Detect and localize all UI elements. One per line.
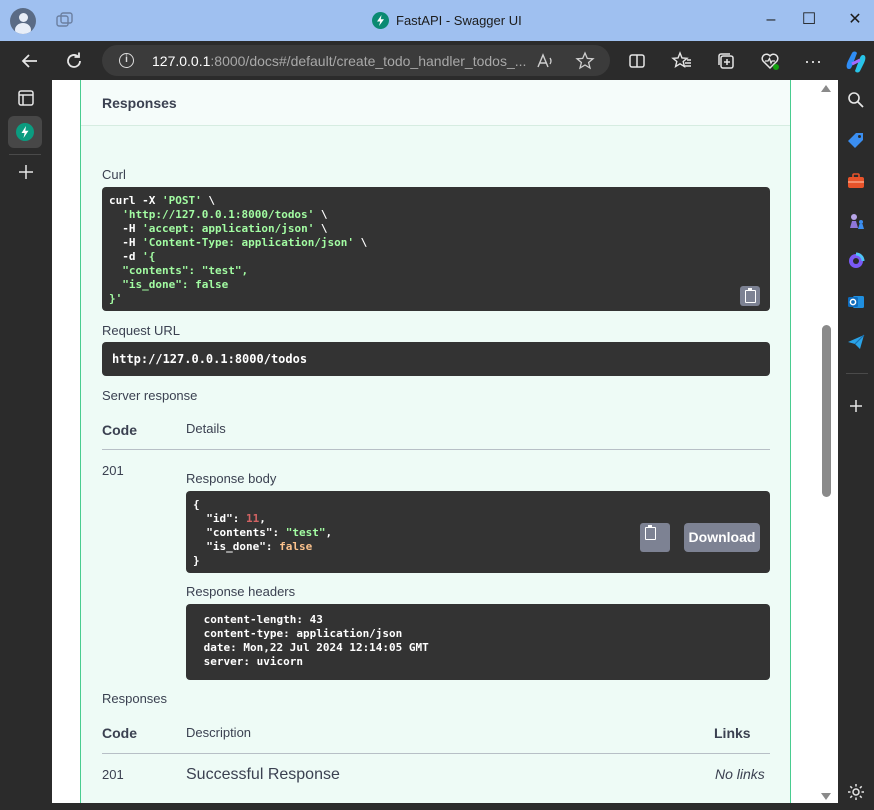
responses-links-header: Links [714,725,751,741]
table-divider [102,449,770,450]
address-bar[interactable]: i 127.0.0.1:8000/docs#/default/create_to… [102,45,610,76]
server-response-details-header: Details [186,421,226,436]
curl-line-plain: -H [109,222,143,235]
curl-line-tail: \ [314,208,328,221]
page-viewport: Responses Curl curl -X 'POST' \ 'http://… [52,80,818,803]
window-title: FastAPI - Swagger UI [396,13,522,28]
responses-section-header: Responses [81,80,790,126]
profile-avatar[interactable] [10,8,36,34]
curl-line-string: "is_done": false [109,278,229,291]
vertical-tab-strip [0,80,52,803]
tab-actions-icon[interactable] [14,86,38,110]
responses-description-header: Description [186,725,252,740]
copy-response-body-icon[interactable] [640,523,670,552]
response-header-line: content-type: application/json [197,627,409,640]
curl-line-plain: curl -X [109,194,162,207]
response-body-block[interactable]: { "id": 11, "contents": "test", "is_done… [186,491,770,573]
download-button[interactable]: Download [684,523,760,552]
site-info-icon[interactable]: i [119,53,134,68]
tab-strip-divider [9,154,41,155]
new-tab-plus-icon[interactable] [14,160,38,184]
curl-line-plain [109,208,122,221]
search-icon[interactable] [844,88,868,112]
browser-toolbar: i 127.0.0.1:8000/docs#/default/create_to… [0,41,874,80]
curl-line-plain: -H [109,236,143,249]
games-chess-icon[interactable] [844,209,868,233]
response-links: No links [715,766,765,782]
curl-line-tail: \ [201,194,215,207]
add-sidebar-app-plus-icon[interactable] [844,394,868,418]
favorites-icon[interactable] [670,49,694,73]
curl-line-string: 'POST' [161,194,202,207]
minimize-button[interactable]: – [756,8,786,32]
favorite-star-icon[interactable] [574,50,596,72]
curl-line-string: }' [109,292,123,305]
send-telegram-icon[interactable] [844,330,868,354]
response-header-line: server: uvicorn [197,655,310,668]
sidebar-settings-gear-icon[interactable] [844,780,868,804]
operation-block: Responses Curl curl -X 'POST' \ 'http://… [80,80,791,803]
copy-curl-icon[interactable] [740,286,760,306]
response-description: Successful Response [186,766,340,783]
outlook-icon[interactable] [844,290,868,314]
address-url[interactable]: 127.0.0.1:8000/docs#/default/create_todo… [152,53,526,69]
sidebar-divider [846,373,868,374]
response-header-line: content-length: 43 [197,613,330,626]
curl-label: Curl [102,167,126,182]
split-screen-icon[interactable] [625,49,649,73]
refresh-icon[interactable] [62,49,86,73]
curl-line-string: "contents": "test", [109,264,249,277]
response-header-line: date: Mon,22 Jul 2024 12:14:05 GMT [197,641,436,654]
responses-label: Responses [102,691,168,706]
browser-essentials-icon[interactable] [758,49,782,73]
scrollbar-thumb[interactable] [822,325,831,497]
shopping-tag-icon[interactable] [844,129,868,153]
table-divider [102,753,770,754]
fastapi-tab-icon [372,12,389,29]
request-url-block[interactable]: http://127.0.0.1:8000/todos [102,342,770,376]
fastapi-tab[interactable] [8,116,42,148]
more-options-icon[interactable]: ··· [801,49,825,73]
response-headers-label: Response headers [186,584,296,599]
curl-code-block[interactable]: curl -X 'POST' \ 'http://127.0.0.1:8000/… [102,187,770,311]
curl-line-tail: \ [354,236,368,249]
response-code: 201 [102,767,124,782]
response-body-label: Response body [186,471,277,486]
server-response-code-header: Code [102,422,137,438]
workspaces-icon[interactable] [56,12,74,28]
maximize-button[interactable]: ☐ [794,8,824,32]
copilot-icon[interactable] [843,49,867,73]
curl-line-string: 'accept: application/json' [142,222,315,235]
title-bar: FastAPI - Swagger UI – ☐ ✕ [0,0,874,41]
responses-header-title: Responses [102,95,177,111]
curl-line-tail: \ [314,222,328,235]
back-icon[interactable] [18,49,42,73]
collections-icon[interactable] [714,49,738,73]
close-button[interactable]: ✕ [840,8,870,32]
curl-line-string: 'Content-Type: application/json' [142,236,355,249]
request-url-label: Request URL [102,323,181,338]
tools-briefcase-icon[interactable] [844,169,868,193]
copilot-sidebar-icon[interactable] [844,249,868,273]
server-response-status-code: 201 [102,463,124,478]
edge-sidebar [838,80,874,803]
responses-code-header: Code [102,725,137,741]
read-aloud-icon[interactable] [534,50,556,72]
fastapi-tab-favicon-icon [16,123,34,141]
page-scrollbar[interactable] [818,80,838,803]
curl-line-plain: -d [109,250,143,263]
server-response-label: Server response [102,388,198,403]
response-headers-block[interactable]: content-length: 43 content-type: applica… [186,604,770,680]
scroll-up-arrow-icon[interactable] [821,85,831,92]
scroll-down-arrow-icon[interactable] [821,793,831,800]
curl-line-string: 'http://127.0.0.1:8000/todos' [122,208,315,221]
curl-line-string: '{ [142,250,156,263]
